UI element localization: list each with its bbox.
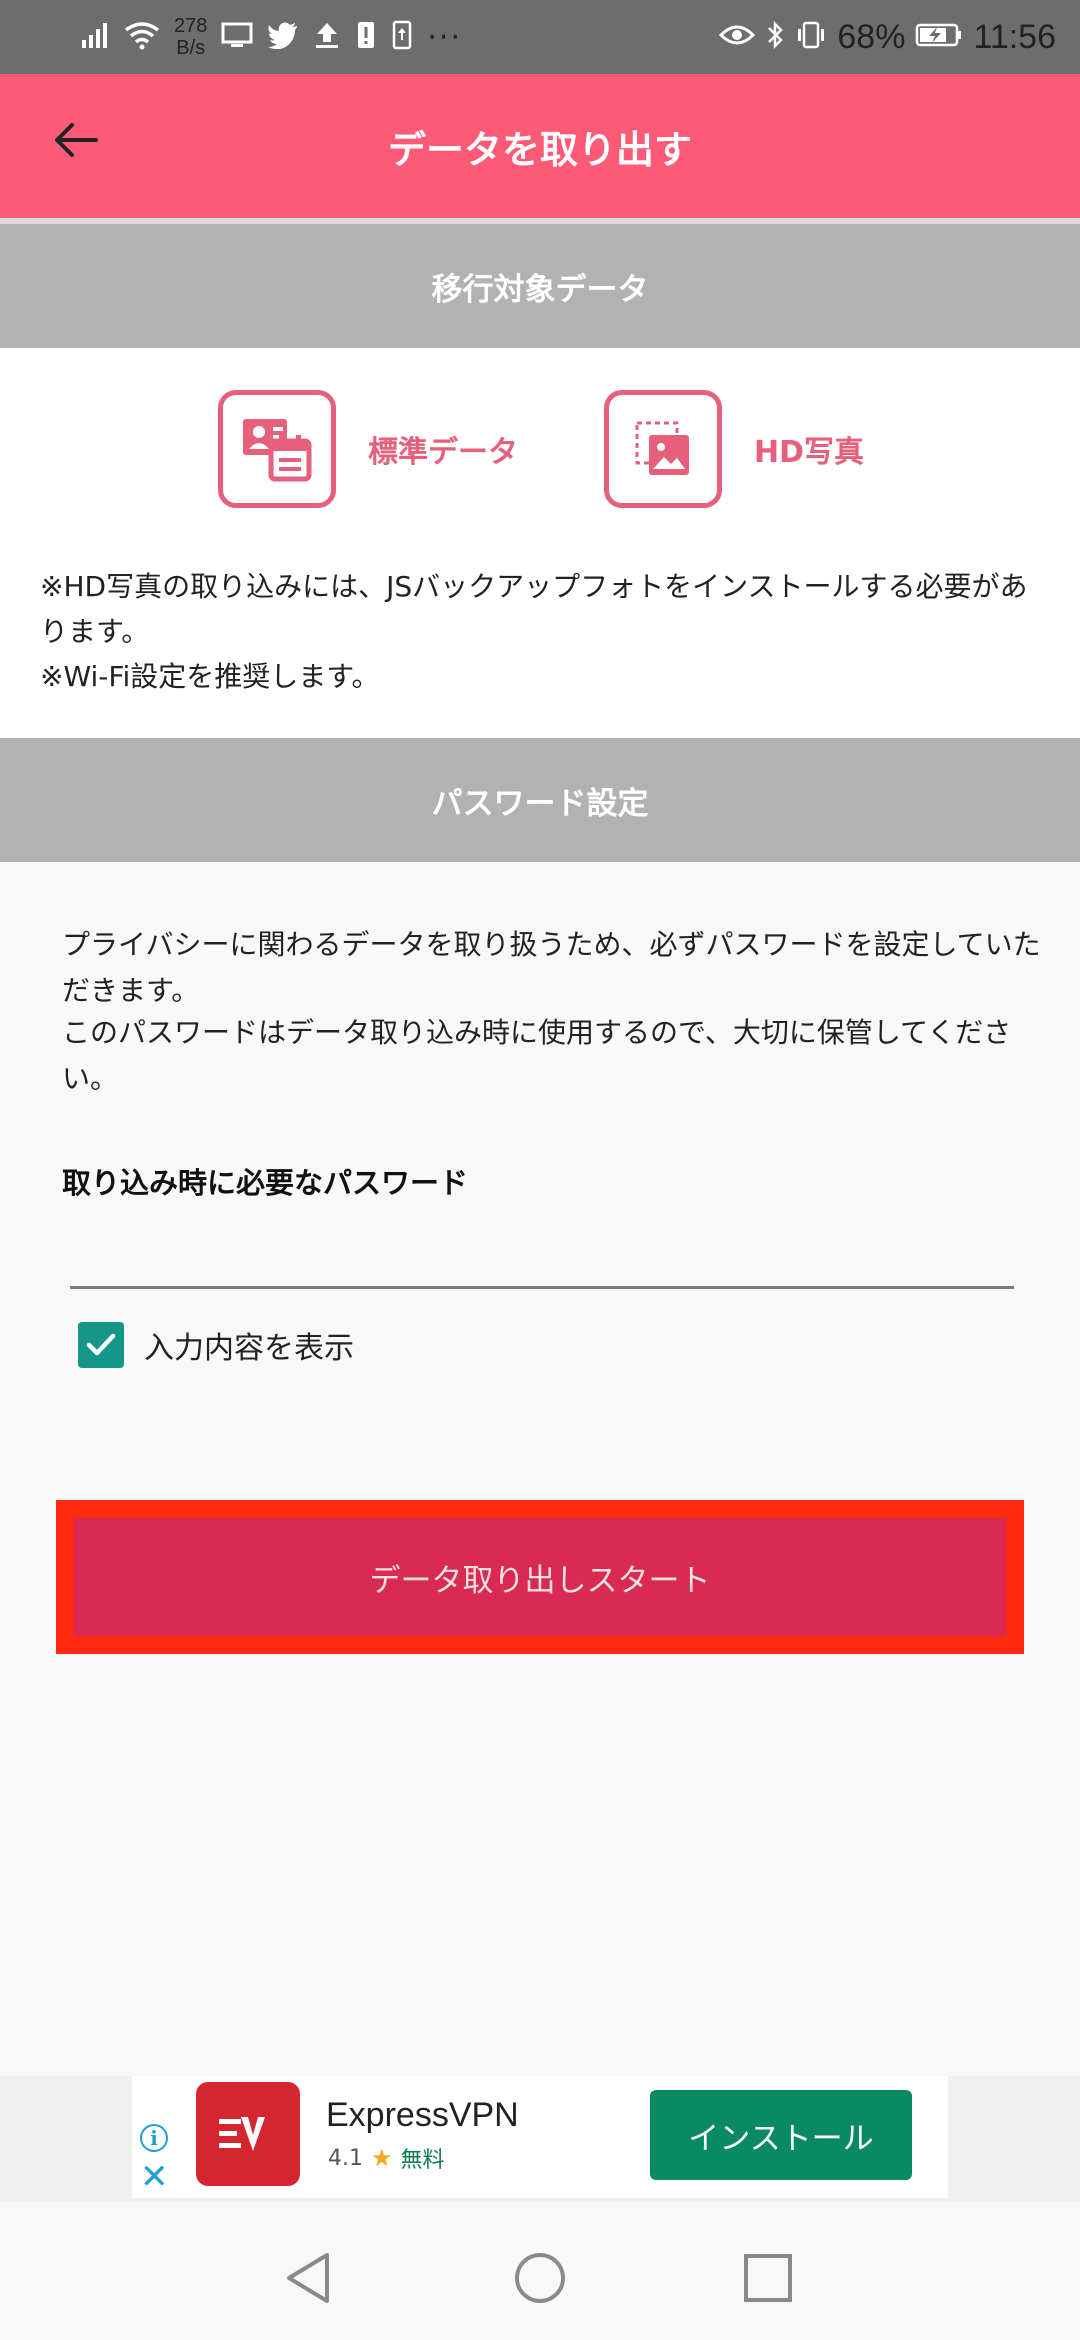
eye-icon (719, 21, 756, 53)
ad-rating-value: 4.1 (328, 2145, 363, 2171)
vibrate-icon (795, 20, 827, 54)
bluetooth-icon (765, 20, 785, 54)
status-overflow: ··· (427, 19, 462, 55)
status-bar-right: 68% 11:56 (719, 0, 1056, 74)
net-speed-unit: B/s (176, 37, 206, 59)
screen-cast-icon (221, 21, 253, 53)
nav-recents-icon[interactable] (738, 2248, 798, 2308)
battery-charging-icon (915, 22, 963, 52)
nav-home-icon[interactable] (510, 2248, 570, 2308)
twitter-icon (267, 21, 299, 53)
signal-icon (80, 20, 110, 54)
password-header: パスワード設定 (0, 738, 1080, 862)
hd-photo-item: HD写真 (604, 390, 864, 508)
back-button[interactable] (36, 100, 116, 180)
alert-icon (355, 20, 377, 54)
show-input-label[interactable]: 入力内容を表示 (144, 1322, 354, 1368)
net-speed-value: 278 (174, 15, 208, 37)
star-icon: ★ (371, 2144, 393, 2172)
page-title: データを取り出す (387, 127, 692, 172)
password-description-1: プライバシーに関わるデータを取り扱うため、必ずパスワードを設定していただきます。 (62, 928, 1041, 1007)
ad-close-icon[interactable]: ✕ (140, 2160, 169, 2194)
ad-info-icon[interactable]: i (140, 2124, 168, 2152)
wifi-icon (124, 20, 160, 54)
standard-data-item: 標準データ (218, 390, 518, 508)
upload-icon (313, 20, 341, 54)
target-data-header: 移行対象データ (0, 224, 1080, 348)
back-arrow-icon (55, 123, 98, 157)
checkmark-icon (86, 1333, 116, 1356)
net-speed: 278 B/s (174, 15, 207, 59)
nav-back-icon[interactable] (278, 2248, 338, 2308)
note-wifi: ※Wi-Fi設定を推奨します。 (40, 660, 380, 693)
ad-price: 無料 (400, 2148, 445, 2173)
standard-data-label: 標準データ (368, 435, 518, 470)
standard-data-icon (218, 390, 336, 508)
show-input-checkbox[interactable] (78, 1322, 124, 1368)
start-export-button[interactable]: データ取り出しスタート (74, 1518, 1006, 1636)
ad-rating: 4.1 ★ 無料 (328, 2142, 445, 2174)
status-bar-left: 278 B/s ··· (80, 0, 462, 74)
expressvpn-logo[interactable] (196, 2082, 300, 2186)
note-hd-photo: ※HD写真の取り込みには、JSバックアップフォトをインストールする必要があります… (40, 570, 1028, 648)
password-description-2: このパスワードはデータ取り込み時に使用するので、大切に保管してください。 (62, 1016, 1012, 1095)
ad-install-button[interactable]: インストール (650, 2090, 912, 2180)
password-input[interactable] (70, 1234, 1014, 1289)
battery-percent: 68% (837, 17, 906, 56)
ad-app-name[interactable]: ExpressVPN (326, 2096, 519, 2135)
hd-photo-icon (604, 390, 722, 508)
phone-upload-icon (391, 20, 413, 54)
clock: 11:56 (973, 17, 1056, 56)
hd-photo-label: HD写真 (754, 435, 865, 470)
password-field-label: 取り込み時に必要なパスワード (62, 1166, 469, 1200)
